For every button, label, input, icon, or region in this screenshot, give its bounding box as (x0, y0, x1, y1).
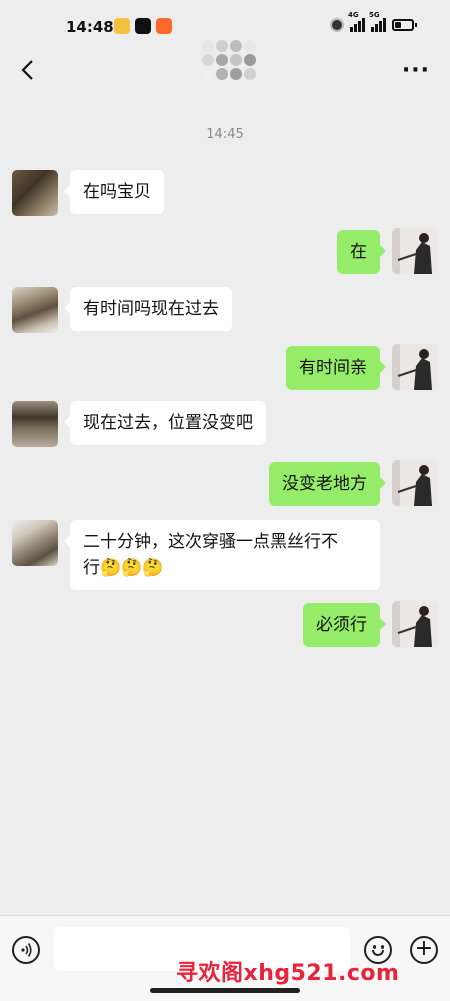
outgoing-message-bubble[interactable]: 没变老地方 (269, 462, 386, 506)
outgoing-message-bubble[interactable]: 有时间亲 (286, 346, 386, 390)
watermark-text: 寻欢阁xhg521.com (176, 961, 400, 986)
network-label-5g: 5G (369, 11, 380, 19)
message-text-line: 行🤔🤔🤔 (83, 555, 367, 581)
app-notification-icon (156, 18, 172, 34)
chat-title-redacted (202, 40, 256, 80)
incoming-message-bubble[interactable]: 有时间吗现在过去 (64, 287, 232, 331)
my-avatar[interactable] (392, 460, 438, 506)
message-text-line: 二十分钟，这次穿骚一点黑丝行不 (83, 532, 338, 552)
incoming-message-bubble[interactable]: 二十分钟，这次穿骚一点黑丝行不 行🤔🤔🤔 (64, 520, 380, 590)
my-avatar[interactable] (392, 228, 438, 274)
battery-icon (392, 19, 417, 31)
voice-icon[interactable] (12, 936, 40, 964)
signal-4g-icon: 4G (348, 11, 365, 32)
signal-5g-icon: 5G (369, 11, 386, 32)
my-avatar[interactable] (392, 601, 438, 647)
contact-avatar[interactable] (12, 520, 58, 566)
status-time: 14:48 (66, 18, 114, 36)
contact-avatar[interactable] (12, 170, 58, 216)
vpn-icon (330, 18, 344, 32)
message-text-fragment: 行 (83, 558, 100, 578)
my-avatar[interactable] (392, 344, 438, 390)
chat-timestamp: 14:45 (206, 127, 244, 142)
more-dots-icon[interactable]: ··· (402, 58, 430, 83)
status-indicators: 4G 5G (330, 11, 417, 32)
contact-avatar[interactable] (12, 287, 58, 333)
home-indicator[interactable] (150, 988, 300, 993)
thinking-emoji: 🤔🤔🤔 (100, 558, 164, 578)
contact-avatar[interactable] (12, 401, 58, 447)
plus-icon[interactable]: + (410, 936, 438, 964)
incoming-message-bubble[interactable]: 现在过去，位置没变吧 (64, 401, 266, 445)
app-notification-icon (114, 18, 130, 34)
network-label-4g: 4G (348, 11, 359, 19)
back-arrow-icon[interactable] (14, 56, 44, 86)
outgoing-message-bubble[interactable]: 必须行 (303, 603, 386, 647)
status-app-icons (114, 18, 172, 34)
incoming-message-bubble[interactable]: 在吗宝贝 (64, 170, 164, 214)
outgoing-message-bubble[interactable]: 在 (337, 230, 386, 274)
tiktok-icon (135, 18, 151, 34)
